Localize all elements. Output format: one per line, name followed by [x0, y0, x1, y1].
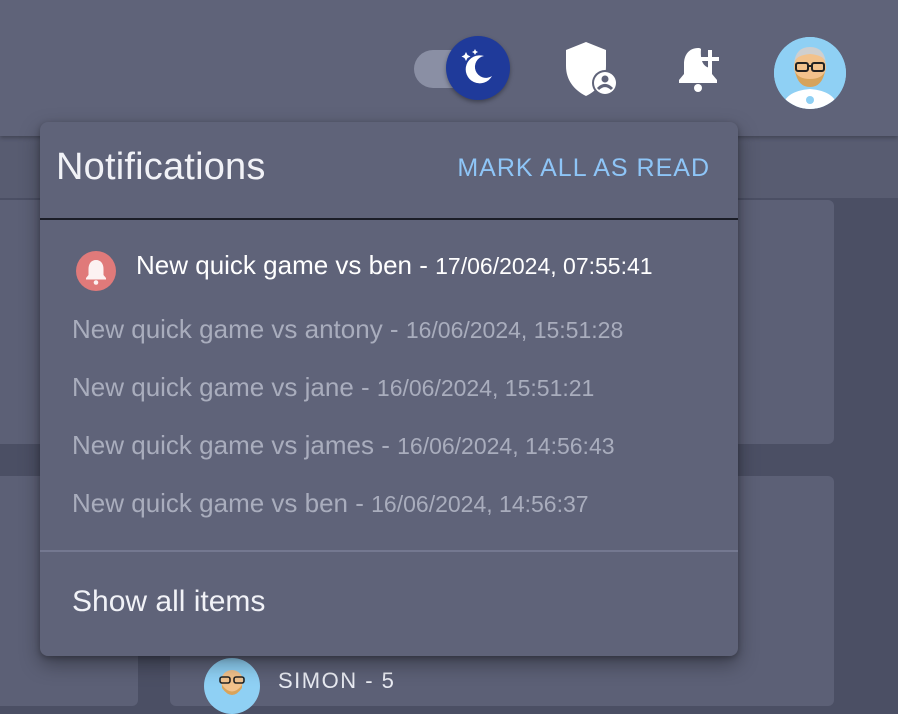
notification-date: 17/06/2024, 07:55:41	[435, 253, 653, 279]
shield-user-icon	[566, 42, 618, 96]
notifications-popover: Notifications MARK ALL AS READ New quick…	[40, 122, 738, 656]
notification-item[interactable]: New quick game vs jane - 16/06/2024, 15:…	[72, 372, 594, 403]
moon-stars-icon	[446, 36, 510, 100]
popover-header: Notifications MARK ALL AS READ	[40, 122, 738, 220]
show-all-items-button[interactable]: Show all items	[72, 585, 265, 619]
notification-item[interactable]: New quick game vs james - 16/06/2024, 14…	[72, 430, 615, 461]
notification-text: New quick game vs antony -	[72, 314, 406, 344]
bell-plus-icon	[679, 48, 719, 92]
notification-item[interactable]: New quick game vs ben - 17/06/2024, 07:5…	[136, 250, 653, 281]
notification-date: 16/06/2024, 15:51:21	[376, 375, 595, 401]
notification-item[interactable]: New quick game vs antony - 16/06/2024, 1…	[72, 314, 623, 345]
bell-icon	[76, 251, 116, 291]
divider	[40, 550, 738, 552]
notification-date: 16/06/2024, 14:56:43	[397, 433, 615, 459]
notification-text: New quick game vs ben -	[72, 488, 372, 518]
notification-date: 16/06/2024, 14:56:37	[371, 491, 589, 517]
notification-text: New quick game vs james -	[72, 430, 398, 460]
app-bar	[0, 0, 898, 136]
user-avatar-button[interactable]	[774, 37, 846, 109]
theme-toggle[interactable]	[412, 36, 512, 104]
notification-text: New quick game vs ben -	[136, 250, 436, 280]
popover-title: Notifications	[56, 146, 266, 188]
notifications-button[interactable]	[674, 42, 726, 94]
avatar	[204, 658, 260, 714]
avatar	[774, 37, 846, 109]
shield-user-button[interactable]	[560, 38, 622, 100]
notification-date: 16/06/2024, 15:51:28	[405, 317, 624, 343]
leaderboard-name: SIMON - 5	[278, 668, 396, 693]
mark-all-read-button[interactable]: MARK ALL AS READ	[457, 154, 710, 183]
notification-text: New quick game vs jane -	[72, 372, 377, 402]
notification-item[interactable]: New quick game vs ben - 16/06/2024, 14:5…	[72, 488, 589, 519]
